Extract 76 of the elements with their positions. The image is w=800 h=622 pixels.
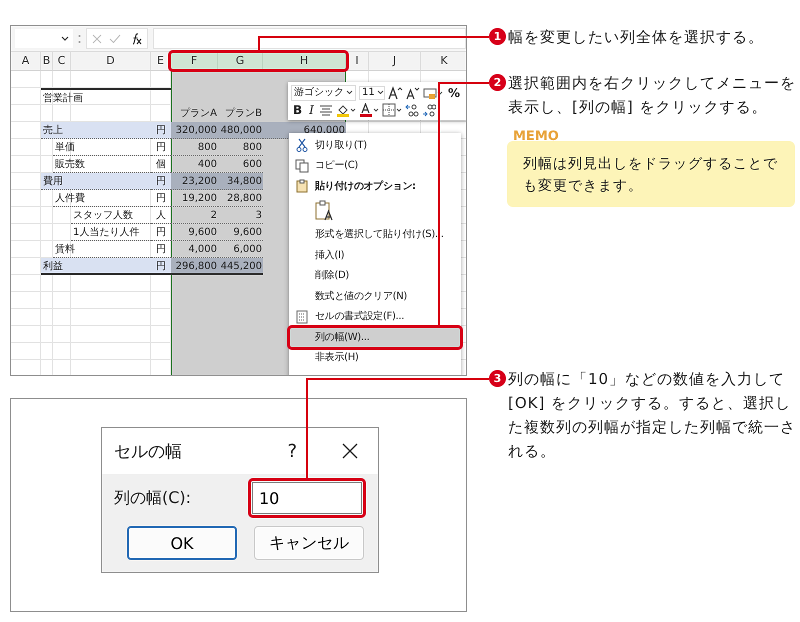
- more-icon: [78, 34, 81, 44]
- memo-label: MEMO: [513, 129, 559, 144]
- table-cell: 19,200: [171, 190, 218, 207]
- decrease-decimal-icon[interactable]: [422, 102, 436, 116]
- table-cell: 28,800: [218, 190, 263, 207]
- field-label: 列の幅(C):: [114, 488, 192, 508]
- table-cell: 9,600: [171, 224, 218, 241]
- font-dropdown[interactable]: 游ゴシック: [291, 84, 356, 100]
- menu-item[interactable]: 非表示(H): [315, 351, 359, 364]
- table-cell: 445,200: [218, 258, 263, 275]
- font-color-icon[interactable]: [358, 102, 379, 116]
- column-header[interactable]: J: [369, 52, 421, 70]
- table-cell: 9,600: [218, 224, 263, 241]
- formula-field[interactable]: [153, 28, 466, 49]
- table-cell: 800: [171, 139, 218, 156]
- font-size-dropdown[interactable]: 11: [359, 86, 385, 100]
- clipboard-icon: [296, 179, 308, 194]
- column-header[interactable]: K: [421, 52, 466, 70]
- menu-section-label: 貼り付けのオプション:: [315, 180, 416, 193]
- percent-style-button[interactable]: %: [446, 86, 462, 100]
- menu-item[interactable]: 挿入(I): [315, 248, 344, 262]
- step-text: 列の幅に「10」などの数値を入力して [OK] をクリックする。すると、選択した複数列の列幅が指定した列幅で統一される。: [508, 369, 797, 462]
- table-cell: 800: [218, 139, 263, 156]
- table-cell: 3: [218, 207, 263, 224]
- align-icon[interactable]: [318, 104, 333, 116]
- step-number: 2: [489, 74, 506, 91]
- menu-item[interactable]: セルの書式設定(F)...: [315, 310, 404, 324]
- input-field[interactable]: 10: [252, 482, 362, 514]
- font-grow-icon[interactable]: [388, 86, 403, 100]
- column-header[interactable]: C: [53, 52, 71, 70]
- border-icon[interactable]: [382, 102, 402, 116]
- check-icon[interactable]: [109, 34, 121, 44]
- menu-item[interactable]: コピー(C): [315, 159, 358, 172]
- table-cell: 34,800: [218, 173, 263, 190]
- caret-icon: [346, 90, 353, 95]
- caret-icon: [376, 90, 384, 95]
- menu-item[interactable]: 切り取り(T): [315, 138, 367, 152]
- table-cell: 23,200: [171, 173, 218, 190]
- column-header[interactable]: A: [11, 52, 41, 70]
- table-cell: 2: [171, 207, 218, 224]
- currency-icon[interactable]: [423, 86, 443, 100]
- step-text: 幅を変更したい列全体を選択する。: [508, 27, 765, 48]
- step-number: 3: [489, 370, 506, 387]
- paste-icon[interactable]: [315, 200, 335, 222]
- help-button[interactable]: ?: [287, 440, 297, 462]
- step-text: 選択範囲内を右クリックしてメニューを表示し、[列の幅] をクリックする。: [508, 73, 797, 118]
- ok-button[interactable]: OK: [127, 526, 237, 560]
- table-cell: 円: [151, 139, 171, 156]
- table-cell: 営業計画: [41, 88, 171, 105]
- table-cell: 円: [151, 224, 171, 241]
- fill-color-icon[interactable]: [336, 102, 356, 116]
- table-cell: 480,000: [218, 122, 263, 139]
- table-cell: 人: [151, 207, 171, 224]
- table-cell: 円: [151, 190, 171, 207]
- table-cell: 320,000: [171, 122, 218, 139]
- table-cell: 296,800: [171, 258, 218, 275]
- column-header[interactable]: I: [346, 52, 369, 70]
- menu-item[interactable]: 数式と値のクリア(N): [315, 290, 407, 303]
- close-icon[interactable]: [342, 443, 358, 459]
- step-number: 1: [489, 28, 506, 45]
- scissors-icon: [296, 138, 308, 152]
- table-cell-text: プランB: [224, 106, 263, 121]
- copy-icon: [295, 158, 309, 173]
- menu-item[interactable]: 削除(D): [315, 269, 350, 282]
- column-header[interactable]: B: [41, 52, 53, 70]
- caret-icon: [61, 36, 69, 42]
- increase-decimal-icon[interactable]: [404, 102, 419, 116]
- cancel-button[interactable]: キャンセル: [254, 526, 364, 560]
- format-cells-icon: [296, 310, 308, 324]
- dialog-title: セルの幅: [114, 440, 183, 462]
- bold-button[interactable]: B: [291, 102, 304, 116]
- memo-text: 列幅は列見出しをドラッグすることでも変更できます。: [523, 155, 779, 196]
- italic-button[interactable]: I: [307, 102, 316, 116]
- table-cell-text: プランA: [179, 106, 218, 121]
- column-header[interactable]: D: [71, 52, 151, 70]
- font-shrink-icon[interactable]: [406, 86, 420, 100]
